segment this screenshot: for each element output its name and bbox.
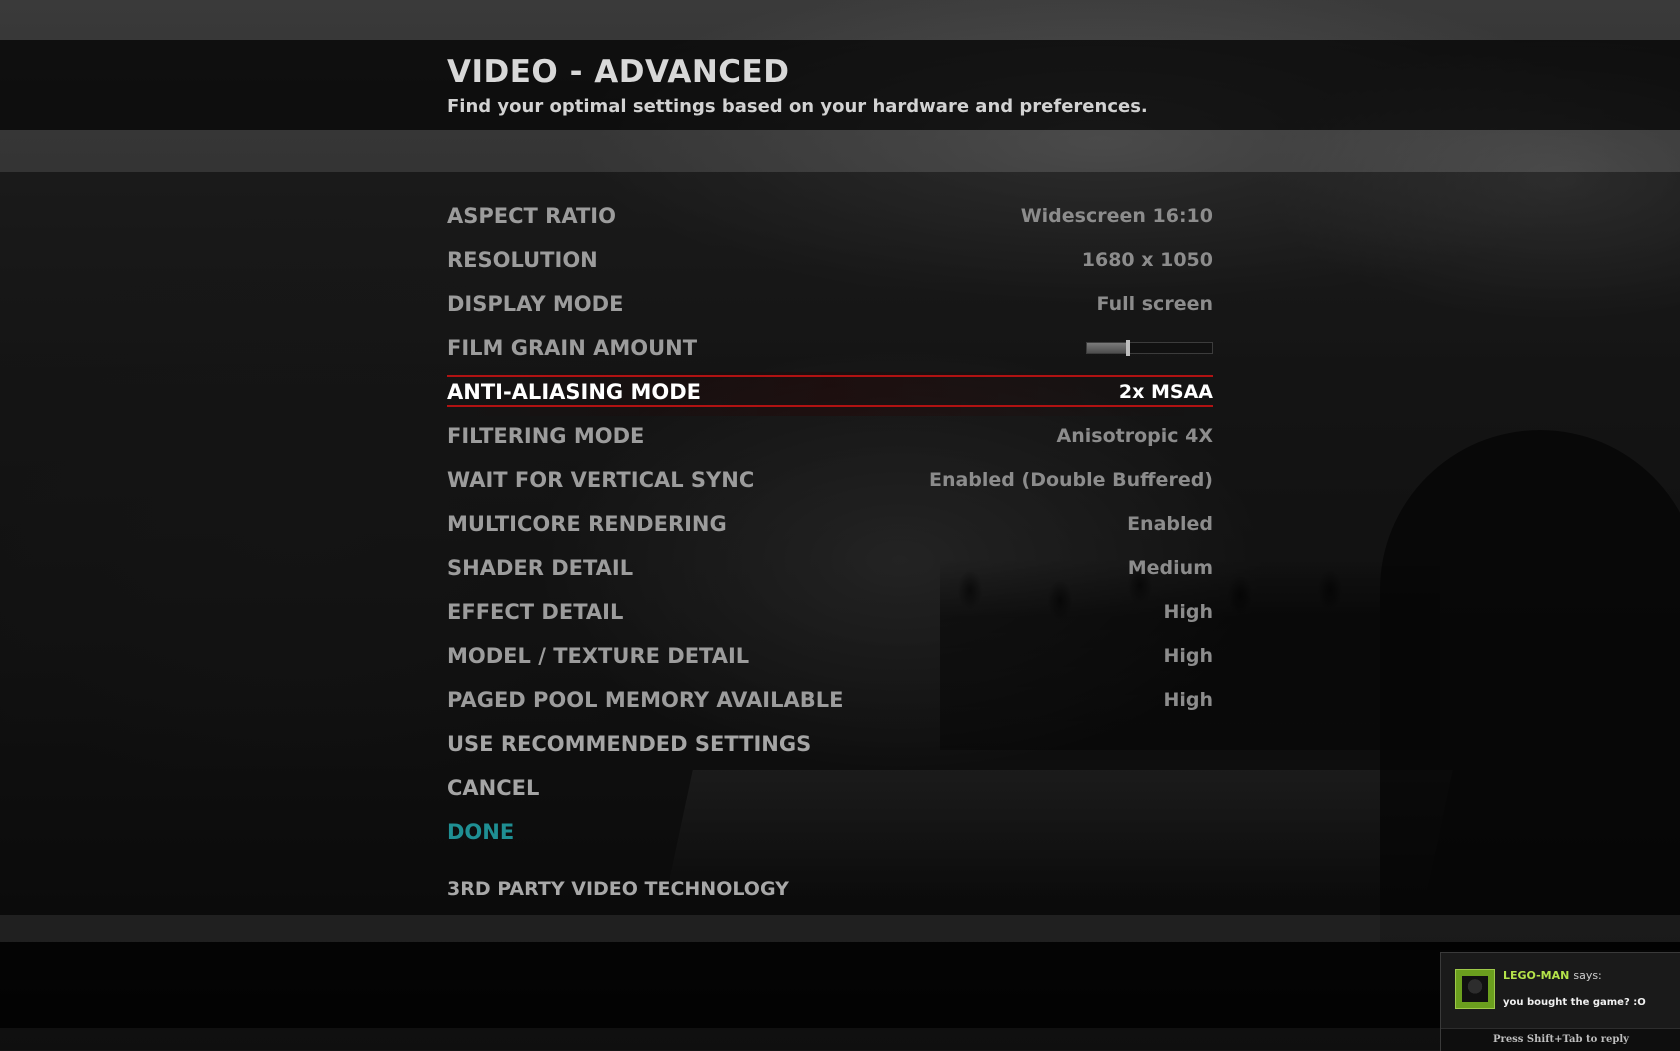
setting-paged-pool-memory[interactable]: PAGED POOL MEMORY AVAILABLE High bbox=[447, 680, 1213, 724]
cancel-button[interactable]: CANCEL bbox=[447, 768, 1213, 812]
setting-display-mode[interactable]: DISPLAY MODE Full screen bbox=[447, 284, 1213, 328]
cancel-label: CANCEL bbox=[447, 776, 540, 800]
setting-label: MODEL / TEXTURE DETAIL bbox=[447, 644, 750, 668]
setting-value: Enabled bbox=[1127, 513, 1213, 535]
use-recommended-label: USE RECOMMENDED SETTINGS bbox=[447, 732, 812, 756]
setting-label: DISPLAY MODE bbox=[447, 292, 624, 316]
setting-value: 2x MSAA bbox=[1118, 381, 1213, 403]
setting-value: Anisotropic 4X bbox=[1056, 425, 1213, 447]
setting-label: ANTI-ALIASING MODE bbox=[447, 380, 701, 404]
chat-reply-hint: Press Shift+Tab to reply bbox=[1441, 1028, 1680, 1051]
setting-label: WAIT FOR VERTICAL SYNC bbox=[447, 468, 755, 492]
header-divider-band bbox=[0, 130, 1680, 172]
setting-label: RESOLUTION bbox=[447, 248, 598, 272]
page-title: VIDEO - ADVANCED bbox=[447, 54, 790, 90]
footer-band bbox=[0, 942, 1680, 1028]
setting-label: MULTICORE RENDERING bbox=[447, 512, 727, 536]
setting-shader-detail[interactable]: SHADER DETAIL Medium bbox=[447, 548, 1213, 592]
setting-label: FILM GRAIN AMOUNT bbox=[447, 336, 698, 360]
chat-says-label: says: bbox=[1573, 969, 1602, 982]
third-party-video-link[interactable]: 3RD PARTY VIDEO TECHNOLOGY bbox=[447, 878, 789, 900]
done-label: DONE bbox=[447, 820, 515, 844]
setting-resolution[interactable]: RESOLUTION 1680 x 1050 bbox=[447, 240, 1213, 284]
setting-value: High bbox=[1163, 601, 1213, 623]
footer-divider-band bbox=[0, 915, 1680, 942]
setting-label: EFFECT DETAIL bbox=[447, 600, 624, 624]
chat-sender: LEGO-MAN says: bbox=[1503, 969, 1602, 982]
setting-film-grain[interactable]: FILM GRAIN AMOUNT bbox=[447, 328, 1213, 372]
setting-aspect-ratio[interactable]: ASPECT RATIO Widescreen 16:10 bbox=[447, 196, 1213, 240]
setting-value: Medium bbox=[1127, 557, 1213, 579]
slider-handle[interactable] bbox=[1126, 340, 1131, 356]
setting-label: FILTERING MODE bbox=[447, 424, 645, 448]
setting-value: Widescreen 16:10 bbox=[1020, 205, 1213, 227]
setting-value: Full screen bbox=[1096, 293, 1213, 315]
setting-value: 1680 x 1050 bbox=[1081, 249, 1213, 271]
setting-value: Enabled (Double Buffered) bbox=[928, 469, 1213, 491]
avatar bbox=[1455, 969, 1495, 1009]
setting-value: High bbox=[1163, 645, 1213, 667]
setting-anti-aliasing[interactable]: ANTI-ALIASING MODE 2x MSAA bbox=[447, 372, 1213, 416]
film-grain-slider[interactable] bbox=[1086, 340, 1213, 356]
chat-notification: LEGO-MAN says: you bought the game? :O Pr… bbox=[1440, 952, 1680, 1051]
setting-label: ASPECT RATIO bbox=[447, 204, 616, 228]
settings-menu: ASPECT RATIO Widescreen 16:10 RESOLUTION… bbox=[447, 196, 1213, 856]
use-recommended-button[interactable]: USE RECOMMENDED SETTINGS bbox=[447, 724, 1213, 768]
page-subtitle: Find your optimal settings based on your… bbox=[447, 96, 1148, 117]
setting-model-texture-detail[interactable]: MODEL / TEXTURE DETAIL High bbox=[447, 636, 1213, 680]
setting-value: High bbox=[1163, 689, 1213, 711]
setting-label: PAGED POOL MEMORY AVAILABLE bbox=[447, 688, 844, 712]
chat-message: you bought the game? :O bbox=[1503, 997, 1646, 1008]
setting-multicore-rendering[interactable]: MULTICORE RENDERING Enabled bbox=[447, 504, 1213, 548]
setting-vertical-sync[interactable]: WAIT FOR VERTICAL SYNC Enabled (Double B… bbox=[447, 460, 1213, 504]
chat-sender-name: LEGO-MAN bbox=[1503, 969, 1570, 982]
done-button[interactable]: DONE bbox=[447, 812, 1213, 856]
setting-filtering-mode[interactable]: FILTERING MODE Anisotropic 4X bbox=[447, 416, 1213, 460]
slider-fill bbox=[1087, 343, 1129, 353]
setting-label: SHADER DETAIL bbox=[447, 556, 634, 580]
setting-effect-detail[interactable]: EFFECT DETAIL High bbox=[447, 592, 1213, 636]
